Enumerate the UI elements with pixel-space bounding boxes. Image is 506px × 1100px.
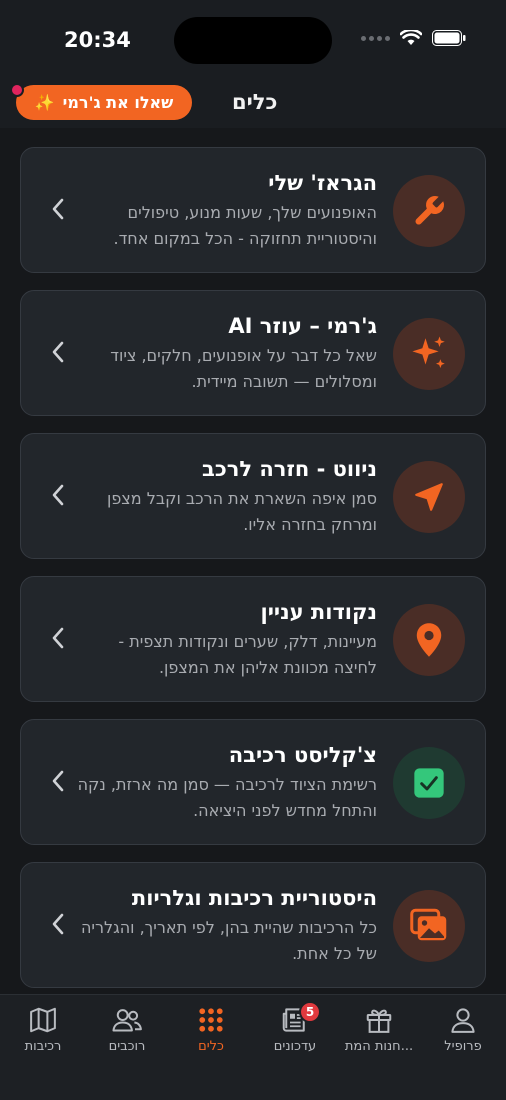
battery-icon [432,30,466,46]
tab-store[interactable]: חנות המת... [337,1005,421,1054]
cellular-signal-icon [361,35,390,41]
header: כלים שאלו את ג'רמי ✨ [0,80,506,128]
chevron-left-icon [52,770,64,792]
tool-card-title: צ'קליסט רכיבה [228,743,377,767]
tool-card-garage[interactable]: הגראז' שלי האופנועים שלך, שעות מנוע, טיפ… [20,147,486,273]
tool-card-description: כל הרכיבות שהיית בהן, לפי תאריך, והגלריה… [80,918,377,963]
tab-label: חנות המת... [344,1039,414,1054]
status-bar: 20:34 [0,0,506,80]
chevron-left-icon [52,198,64,220]
dynamic-island [174,17,332,64]
profile-icon [451,1008,475,1033]
chevron-left-icon [52,913,64,935]
notification-dot [10,83,24,97]
tool-card-ride-history[interactable]: היסטוריית רכיבות וגלריות כל הרכיבות שהיי… [20,862,486,988]
tab-rides[interactable]: רכיבות [1,1005,85,1054]
chevron-left-icon [52,627,64,649]
map-icon [30,1007,56,1033]
gift-icon [366,1009,392,1033]
tool-card-ai-assistant[interactable]: ג'רמי – עוזר AI שאל כל דבר על אופנועים, … [20,290,486,416]
grid-icon [199,1008,223,1032]
ask-jeremy-button[interactable]: שאלו את ג'רמי ✨ [16,85,192,120]
wrench-icon [393,175,465,247]
tool-card-description: שאל כל דבר על אופנועים, חלקים, ציוד ומסל… [110,346,377,391]
tab-riders[interactable]: רוכבים [85,1005,169,1054]
tab-updates[interactable]: 5 עדכונים [253,1001,337,1054]
tab-label: רכיבות [24,1039,62,1054]
ask-jeremy-label: שאלו את ג'רמי [62,93,174,112]
tab-profile[interactable]: פרופיל [421,1005,505,1054]
tool-card-title: ניווט - חזרה לרכב [202,457,377,481]
checkbox-icon [393,747,465,819]
status-icons [361,30,466,46]
bottom-tab-bar: פרופיל חנות המת... 5 עדכונים כלים רוכבים… [0,994,506,1100]
tool-card-title: ג'רמי – עוזר AI [228,314,377,338]
tab-tools[interactable]: כלים [169,1005,253,1054]
tool-card-title: היסטוריית רכיבות וגלריות [131,886,377,910]
tool-card-title: הגראז' שלי [268,171,377,195]
tool-card-title: נקודות עניין [260,600,377,624]
tool-card-checklist[interactable]: צ'קליסט רכיבה רשימת הציוד לרכיבה — סמן מ… [20,719,486,845]
tool-card-points-of-interest[interactable]: נקודות עניין מעיינות, דלק, שערים ונקודות… [20,576,486,702]
status-time: 20:34 [64,28,131,52]
tool-card-description: רשימת הציוד לרכיבה — סמן מה ארזת, נקה וה… [77,775,377,820]
tools-list: הגראז' שלי האופנועים שלך, שעות מנוע, טיפ… [0,128,506,994]
chevron-left-icon [52,484,64,506]
tab-label: עדכונים [273,1039,317,1054]
tab-label: פרופיל [444,1039,482,1054]
map-pin-icon [393,604,465,676]
chevron-left-icon [52,341,64,363]
tool-card-description: סמן איפה השארת את הרכב וקבל מצפן ומרחק ב… [106,489,377,534]
navigation-icon [393,461,465,533]
tool-card-description: האופנועים שלך, שעות מנוע, טיפולים והיסטו… [113,203,377,248]
sparkles-icon [393,318,465,390]
page-title: כלים [232,90,278,114]
users-icon [112,1009,142,1032]
tab-label: כלים [198,1039,224,1054]
wifi-icon [400,30,422,45]
tool-card-navigation[interactable]: ניווט - חזרה לרכב סמן איפה השארת את הרכב… [20,433,486,559]
gallery-icon [393,890,465,962]
tool-card-description: מעיינות, דלק, שערים ונקודות תצפית - לחיצ… [118,632,377,677]
tab-label: רוכבים [108,1039,146,1054]
updates-count-badge: 5 [299,1001,321,1023]
sparkle-icon: ✨ [34,93,55,112]
